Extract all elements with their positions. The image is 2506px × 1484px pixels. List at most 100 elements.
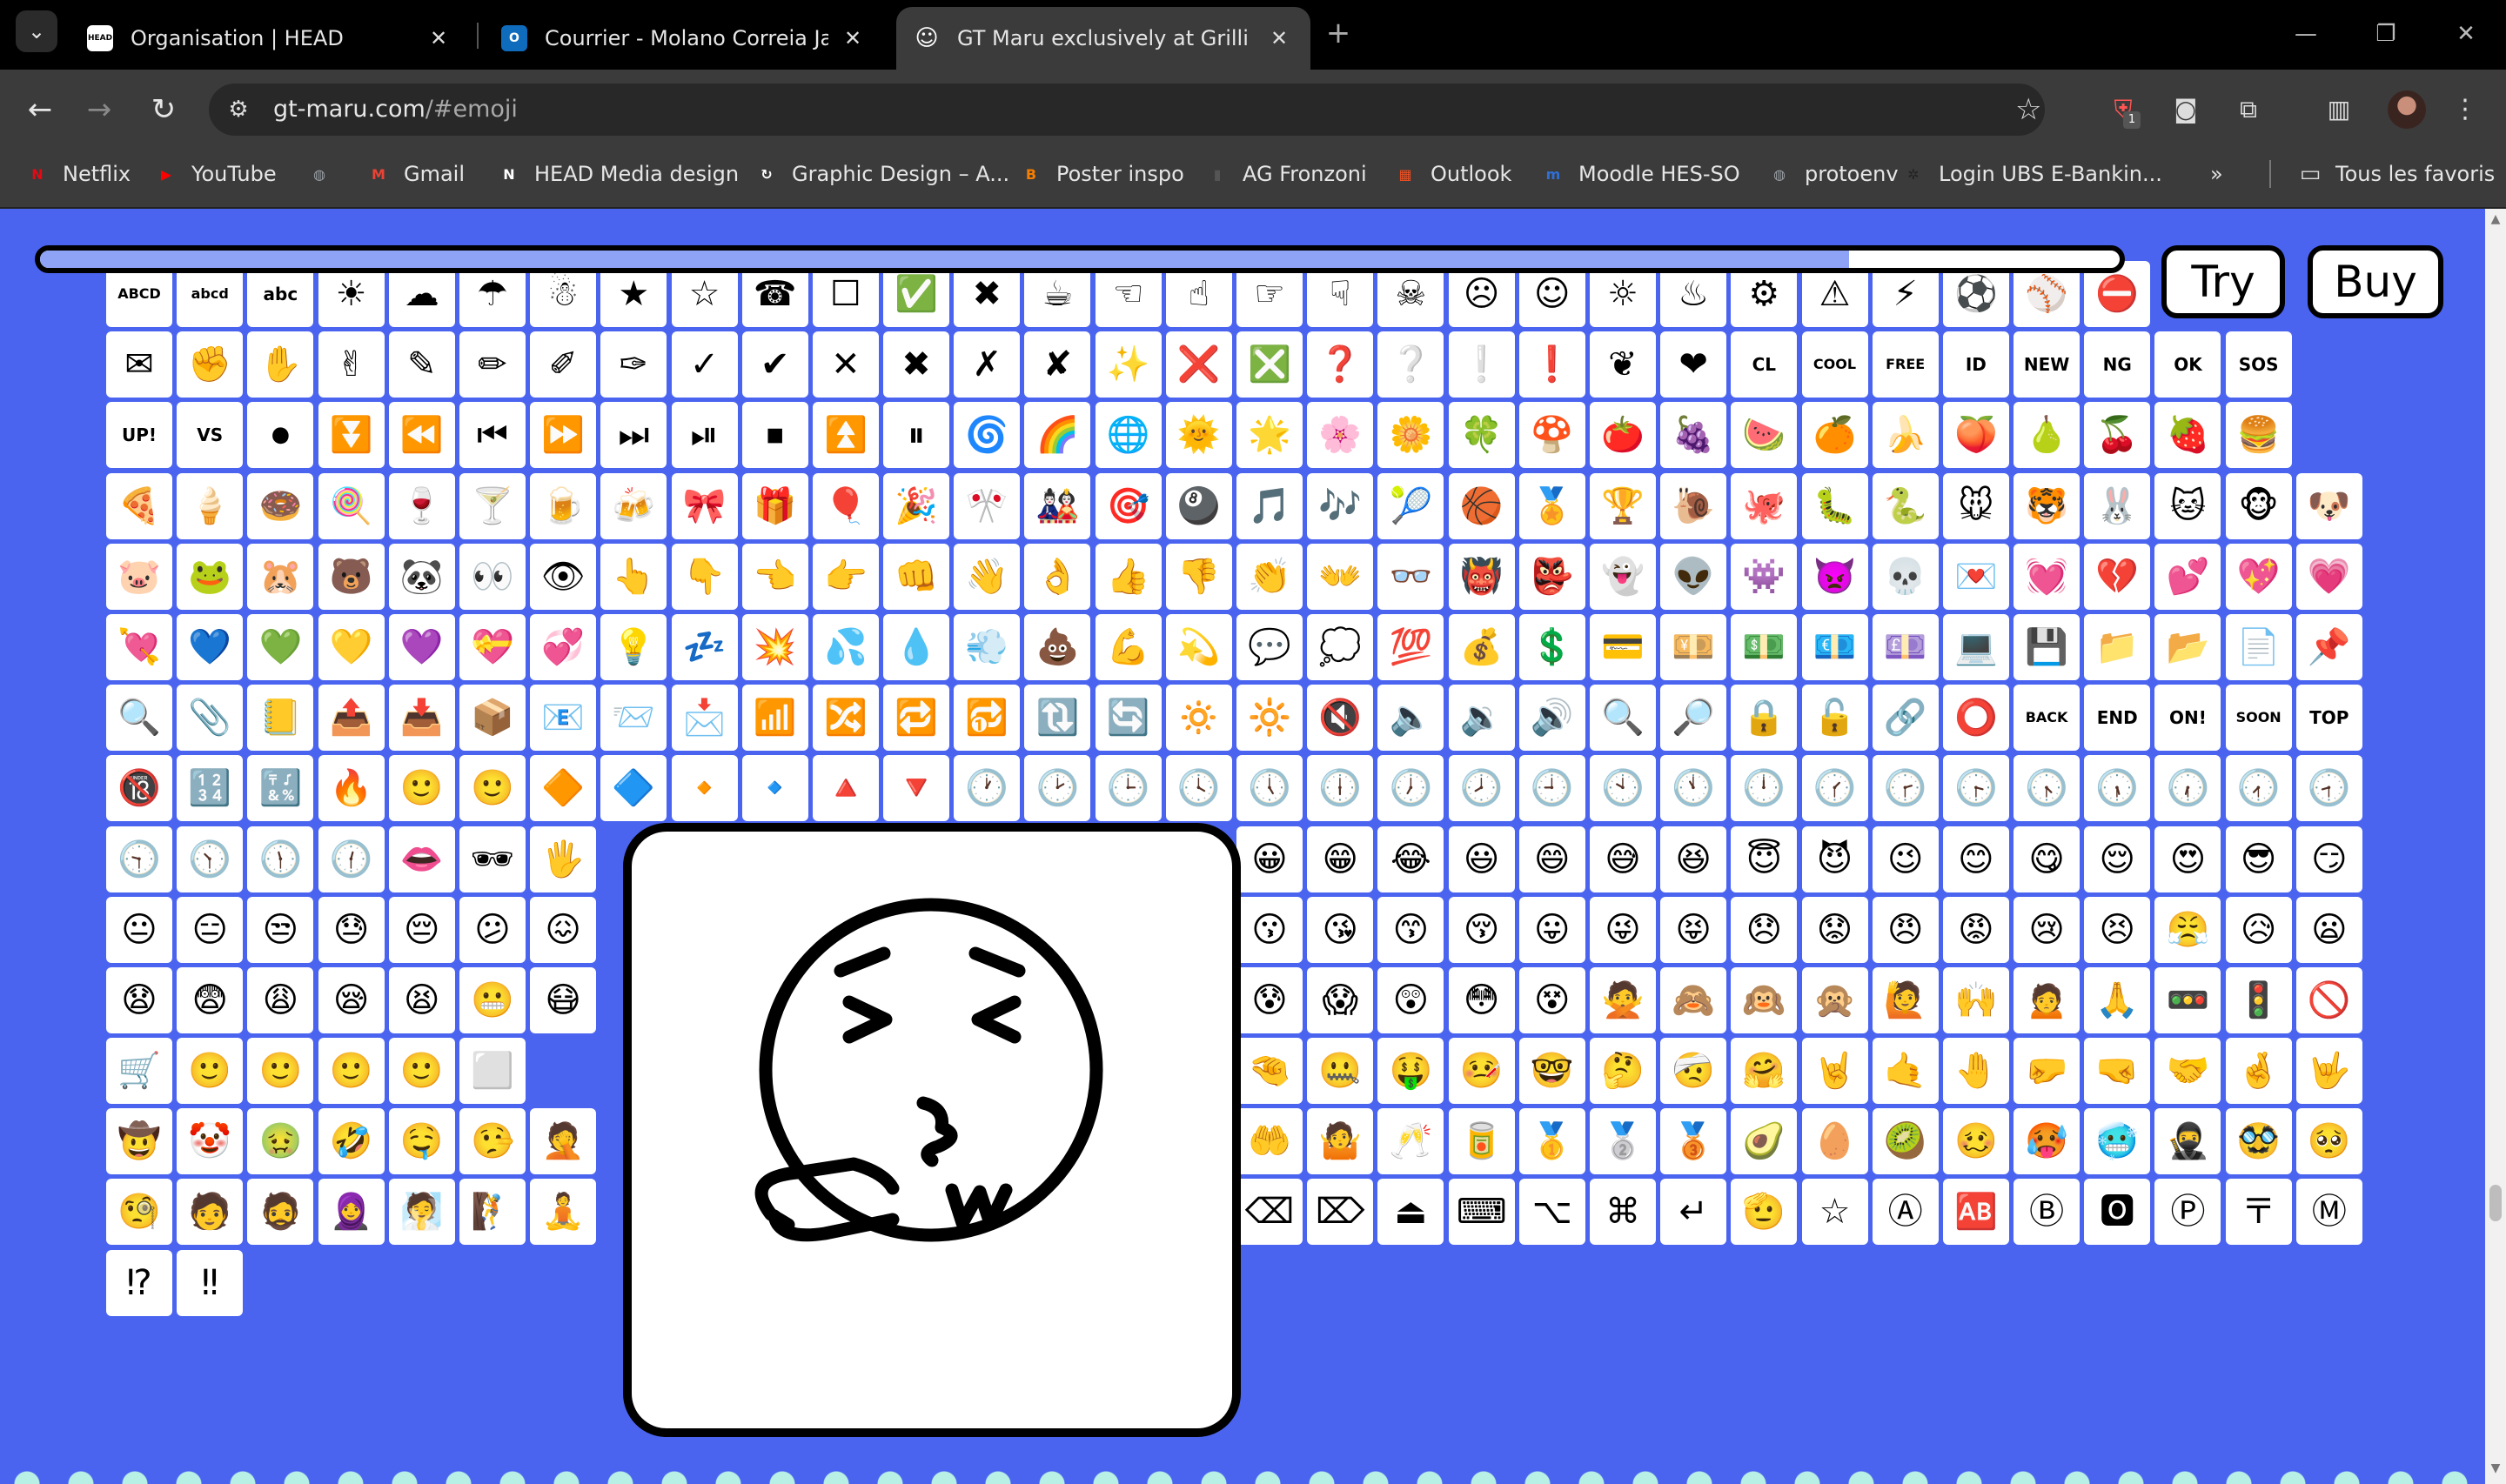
emoji-cell[interactable]: 🎵 (1236, 472, 1303, 539)
emoji-cell[interactable]: 🔹 (741, 755, 808, 822)
emoji-cell[interactable]: 🙂 (177, 1038, 244, 1105)
emoji-cell[interactable]: 🕔 (1236, 755, 1303, 822)
emoji-cell[interactable]: 👾 (1731, 543, 1798, 610)
scroll-down-arrow-icon[interactable]: ▼ (2485, 1461, 2506, 1482)
emoji-cell[interactable]: 😝 (1660, 896, 1727, 963)
emoji-cell[interactable]: 🧑 (177, 1179, 244, 1246)
emoji-cell[interactable]: 🎉 (883, 472, 950, 539)
emoji-cell[interactable]: 🐱 (2154, 472, 2221, 539)
emoji-cell[interactable]: 🛒 (106, 1038, 172, 1105)
emoji-cell[interactable]: 🎶 (1307, 472, 1374, 539)
emoji-cell[interactable]: TOP (2295, 685, 2362, 752)
emoji-cell[interactable]: 🤙 (1872, 1038, 1939, 1105)
emoji-cell[interactable]: 🔞 (106, 755, 172, 822)
emoji-cell[interactable]: 🥫 (1448, 1108, 1515, 1175)
emoji-cell[interactable]: 💶 (1801, 613, 1868, 680)
menu-kebab-icon[interactable]: ⋮ (2452, 90, 2478, 129)
emoji-cell[interactable]: 🕦 (247, 826, 314, 892)
emoji-cell[interactable]: 👽 (1660, 543, 1727, 610)
emoji-cell[interactable]: 🤤 (388, 1108, 455, 1175)
emoji-cell[interactable]: VS (177, 402, 244, 469)
tab-search-button[interactable]: ⌄ (16, 10, 57, 52)
emoji-cell[interactable]: 🐭 (1942, 472, 2009, 539)
emoji-cell[interactable]: ⏪ (388, 402, 455, 469)
emoji-cell[interactable]: OK (2154, 331, 2221, 398)
emoji-cell[interactable]: 💕 (2154, 543, 2221, 610)
emoji-cell[interactable]: 🐷 (106, 543, 172, 610)
bookmark-item[interactable]: ✲ Login UBS E-Bankin... (1900, 150, 2162, 198)
emoji-cell[interactable]: ✔ (741, 331, 808, 398)
emoji-cell[interactable]: ❦ (1589, 331, 1656, 398)
emoji-cell[interactable]: 🔅 (1165, 685, 1232, 752)
emoji-cell[interactable]: 👈 (741, 543, 808, 610)
emoji-cell[interactable]: 🧘 (530, 1179, 597, 1246)
bookmark-star-icon[interactable]: ☆ (2015, 92, 2041, 127)
emoji-cell[interactable]: 🙊 (1801, 966, 1868, 1033)
emoji-cell[interactable]: 🍷 (388, 472, 455, 539)
emoji-cell[interactable]: 🔺 (812, 755, 879, 822)
emoji-cell[interactable]: 👋 (954, 543, 1021, 610)
emoji-cell[interactable]: 🕥 (177, 826, 244, 892)
emoji-cell[interactable]: 🕠 (2084, 755, 2151, 822)
emoji-cell[interactable]: 🤒 (1448, 1038, 1515, 1105)
bookmark-item[interactable]: ◍ (306, 150, 345, 198)
emoji-cell[interactable]: 🕛 (1731, 755, 1798, 822)
site-info-icon[interactable]: ⚙ (223, 94, 254, 125)
emoji-cell[interactable]: 🔶 (530, 755, 597, 822)
emoji-cell[interactable]: ⏹ (741, 402, 808, 469)
emoji-cell[interactable]: 🤐 (1307, 1038, 1374, 1105)
emoji-cell[interactable]: 💧 (883, 613, 950, 680)
emoji-cell[interactable]: 🍕 (106, 472, 172, 539)
emoji-cell[interactable]: 〒 (2225, 1179, 2292, 1246)
emoji-cell[interactable]: ID (1942, 331, 2009, 398)
emoji-cell[interactable]: 🧔 (247, 1179, 314, 1246)
emoji-cell[interactable]: 🕑 (1024, 755, 1091, 822)
emoji-cell[interactable]: 🕡 (2154, 755, 2221, 822)
emoji-cell[interactable]: 🙌 (1942, 966, 2009, 1033)
emoji-cell[interactable]: Ⓜ (2295, 1179, 2362, 1246)
emoji-cell[interactable]: 🤚 (1942, 1038, 2009, 1105)
emoji-cell[interactable]: 🤑 (1377, 1038, 1444, 1105)
emoji-cell[interactable]: 🚦 (2225, 966, 2292, 1033)
emoji-cell[interactable]: 🎱 (1165, 472, 1232, 539)
emoji-cell[interactable]: 🙈 (1660, 966, 1727, 1033)
tab-organisation[interactable]: HEAD Organisation | HEAD ✕ (70, 7, 470, 70)
emoji-cell[interactable]: 😜 (1589, 896, 1656, 963)
emoji-cell[interactable]: 💌 (1942, 543, 2009, 610)
bookmark-item[interactable]: N HEAD Media design (496, 150, 739, 198)
emoji-cell[interactable]: 🌟 (1236, 402, 1303, 469)
emoji-cell[interactable]: 🕢 (2225, 755, 2292, 822)
emoji-cell[interactable]: 😏 (2295, 826, 2362, 892)
emoji-cell[interactable]: COOL (1801, 331, 1868, 398)
emoji-cell[interactable]: 👿 (1801, 543, 1868, 610)
emoji-cell[interactable]: 🅾 (2084, 1179, 2151, 1246)
emoji-cell[interactable]: ⌦ (1307, 1179, 1374, 1246)
emoji-cell[interactable]: ⌨ (1448, 1179, 1515, 1246)
emoji-cell[interactable]: 😓 (318, 896, 385, 963)
emoji-cell[interactable]: 🔷 (600, 755, 667, 822)
emoji-cell[interactable]: 💰 (1448, 613, 1515, 680)
back-button[interactable]: ← (17, 87, 63, 132)
emoji-cell[interactable]: 🔣 (247, 755, 314, 822)
emoji-cell[interactable]: ✏ (459, 331, 526, 398)
emoji-cell[interactable]: 🍻 (600, 472, 667, 539)
emoji-cell[interactable]: 😍 (2154, 826, 2221, 892)
emoji-cell[interactable]: 👐 (1307, 543, 1374, 610)
emoji-cell[interactable]: 🥵 (2014, 1108, 2081, 1175)
emoji-cell[interactable]: 🤝 (2154, 1038, 2221, 1105)
emoji-cell[interactable]: 🤠 (106, 1108, 172, 1175)
emoji-cell[interactable]: 💤 (671, 613, 738, 680)
emoji-cell[interactable]: 🍀 (1448, 402, 1515, 469)
emoji-cell[interactable]: 💩 (1024, 613, 1091, 680)
emoji-cell[interactable]: 💯 (1377, 613, 1444, 680)
emoji-cell[interactable]: 😵 (1518, 966, 1585, 1033)
emoji-cell[interactable]: 🔍 (1589, 685, 1656, 752)
buy-button[interactable]: Buy (2308, 245, 2443, 318)
emoji-cell[interactable]: 😁 (1307, 826, 1374, 892)
emoji-cell[interactable]: 📦 (459, 685, 526, 752)
close-icon[interactable]: ✕ (839, 26, 867, 50)
emoji-cell[interactable]: ↵ (1660, 1179, 1727, 1246)
emoji-cell[interactable]: 💞 (530, 613, 597, 680)
emoji-cell[interactable]: 👏 (1236, 543, 1303, 610)
emoji-cell[interactable]: ✊ (177, 331, 244, 398)
